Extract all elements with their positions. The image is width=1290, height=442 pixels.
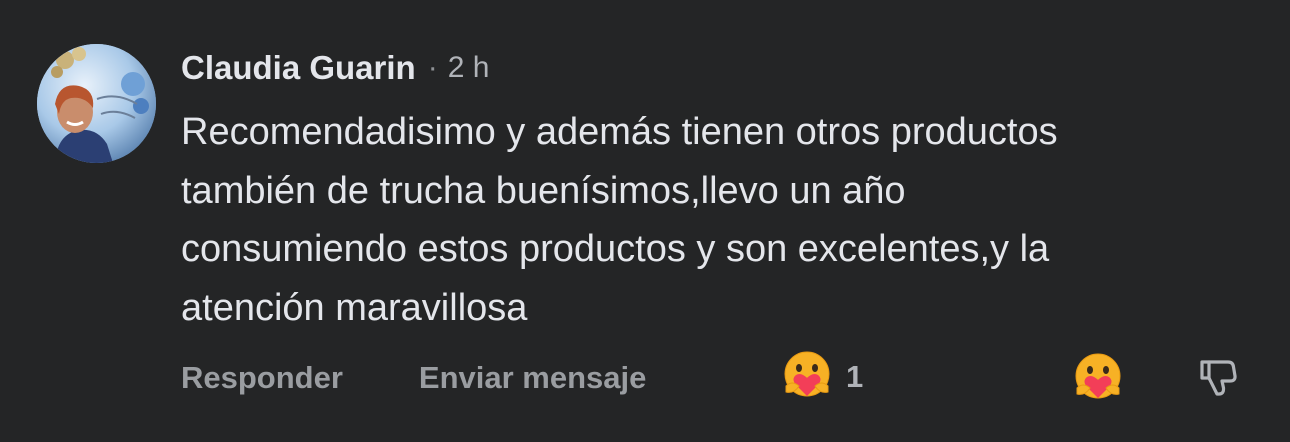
comment-actions: Responder Enviar mensaje — [181, 356, 646, 400]
avatar-photo — [37, 44, 156, 163]
comment-item: Claudia Guarin · 2 h Recomendadisimo y a… — [0, 0, 1290, 442]
react-button[interactable] — [1073, 352, 1123, 402]
care-reaction-icon — [782, 350, 832, 405]
comment-header: Claudia Guarin · 2 h — [181, 46, 489, 90]
avatar[interactable] — [37, 44, 156, 163]
comment-body-line: Recomendadisimo y además tienen otros pr… — [181, 111, 1058, 153]
reply-button[interactable]: Responder — [181, 360, 343, 396]
care-reaction-icon — [1073, 353, 1123, 406]
reaction-summary[interactable]: 1 — [782, 350, 864, 405]
timestamp[interactable]: 2 h — [448, 51, 490, 85]
comment-body-line: también de trucha buenísimos,llevo un añ… — [181, 169, 906, 212]
reaction-count: 1 — [846, 359, 864, 394]
thumbs-down-icon — [1196, 360, 1240, 402]
comment-body: Recomendadisimo y además tienen otros pr… — [181, 103, 1261, 337]
comment-body-line: atención maravillosa — [181, 286, 528, 329]
author-name[interactable]: Claudia Guarin — [181, 49, 416, 87]
separator-dot: · — [427, 51, 438, 84]
send-message-button[interactable]: Enviar mensaje — [419, 360, 646, 396]
dislike-button[interactable] — [1196, 354, 1240, 398]
comment-body-line: consumiendo estos productos y son excele… — [181, 228, 1050, 270]
